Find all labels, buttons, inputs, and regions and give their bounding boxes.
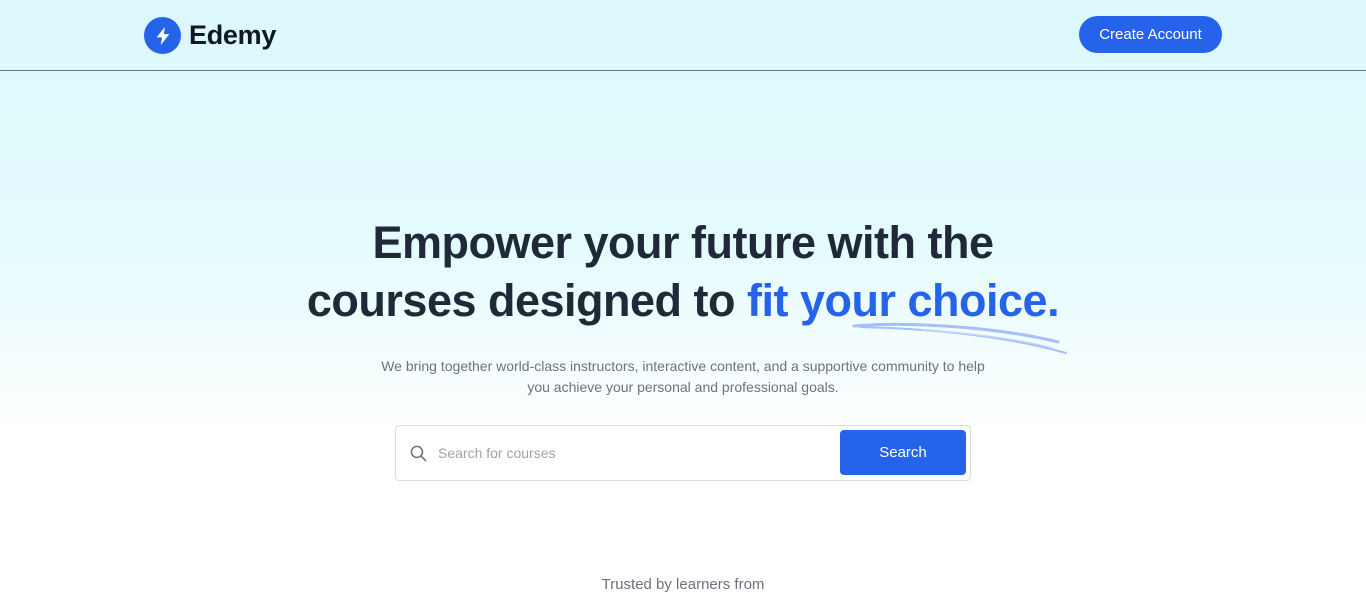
brand-name: Edemy xyxy=(189,20,277,50)
create-account-button[interactable]: Create Account xyxy=(1079,16,1222,53)
hero-title-line2-prefix: courses designed to xyxy=(306,275,748,326)
search-input[interactable] xyxy=(438,434,828,472)
search-bar: Search xyxy=(395,425,971,481)
trusted-by-label: Trusted by learners from xyxy=(601,576,765,593)
hero-subtitle: We bring together world-class instructor… xyxy=(0,356,1366,398)
hero-title-highlight: fit your choice. xyxy=(747,275,1060,326)
hero-title: Empower your future with the courses des… xyxy=(0,214,1366,330)
hero-title-line1: Empower your future with the xyxy=(372,217,994,268)
underline-squiggle-decoration xyxy=(852,322,1067,354)
search-button[interactable]: Search xyxy=(840,430,966,475)
lightning-bolt-icon xyxy=(144,17,181,54)
navbar: Edemy Create Account xyxy=(0,0,1366,71)
hero-subtitle-line2: you achieve your personal and profession… xyxy=(527,379,839,395)
brand-logo[interactable]: Edemy xyxy=(144,17,276,54)
hero-subtitle-line1: We bring together world-class instructor… xyxy=(381,358,985,374)
search-icon xyxy=(409,444,428,468)
